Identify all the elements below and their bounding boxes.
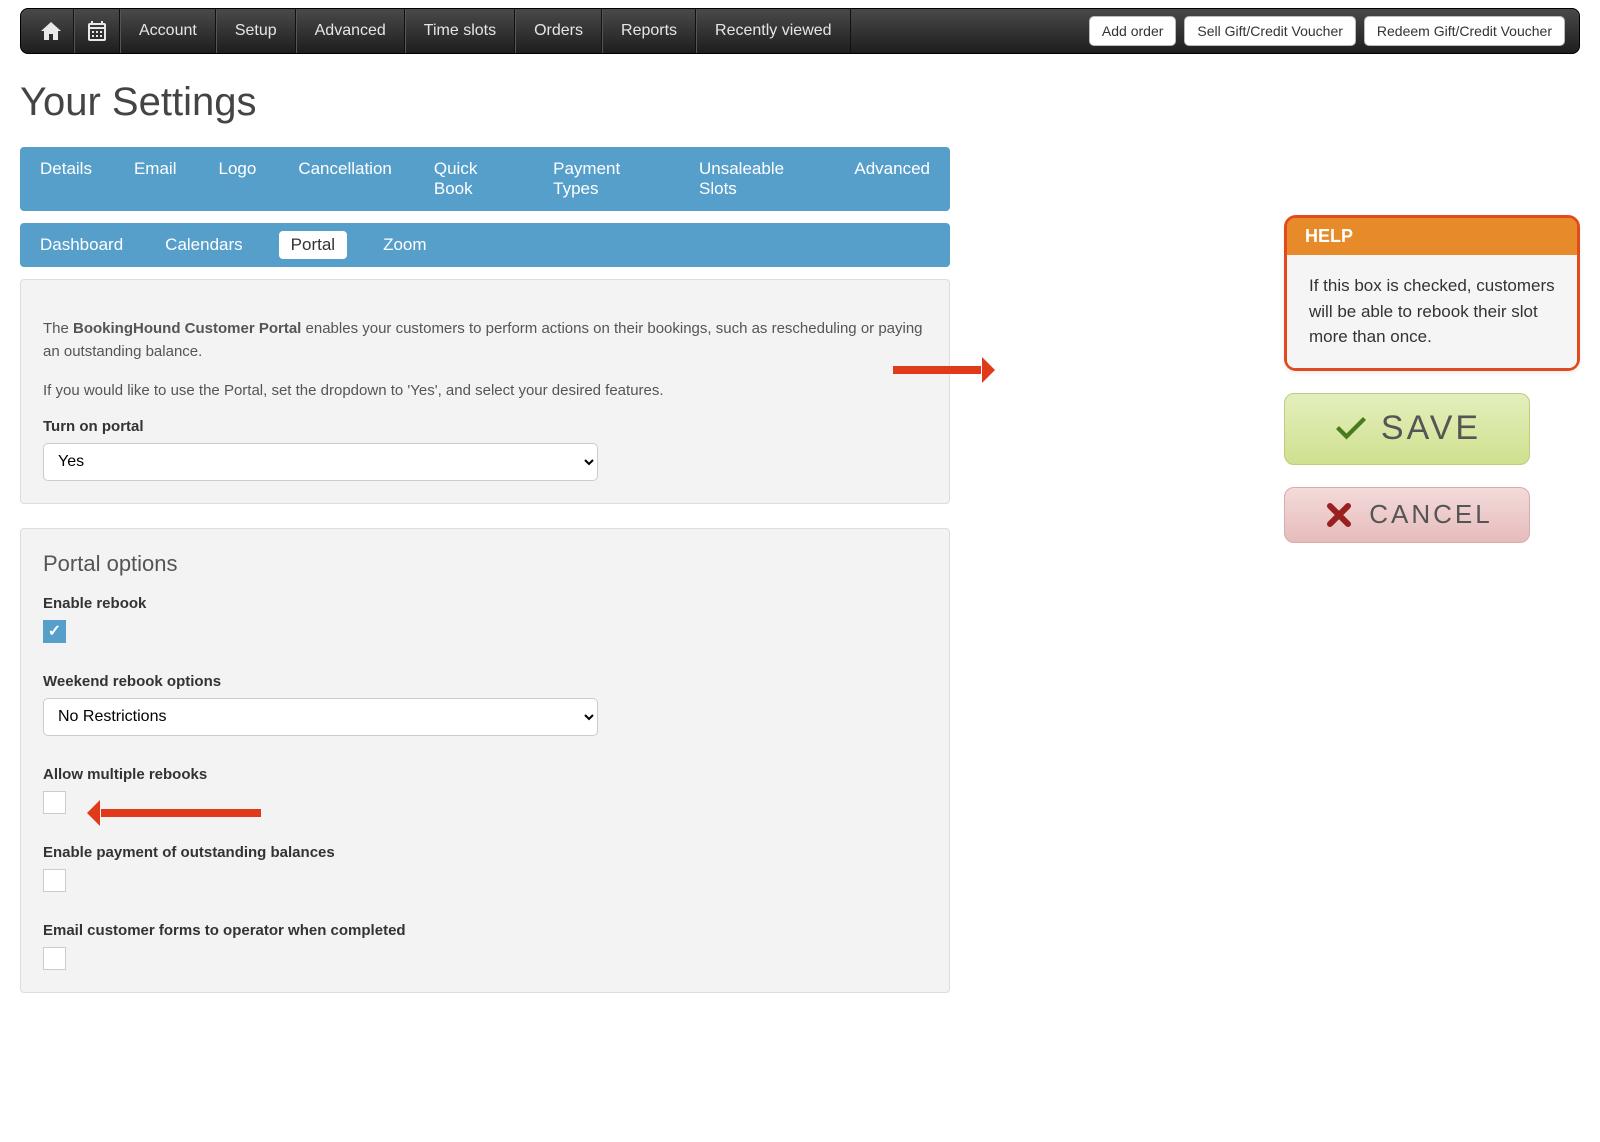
cancel-button[interactable]: CANCEL (1284, 487, 1530, 543)
help-body: If this box is checked, customers will b… (1287, 255, 1577, 368)
subtab-dashboard[interactable]: Dashboard (34, 231, 129, 259)
enable-rebook-checkbox[interactable] (43, 620, 66, 643)
nav-advanced[interactable]: Advanced (296, 9, 405, 53)
help-box: HELP If this box is checked, customers w… (1284, 215, 1580, 371)
portal-options-panel: Portal options Enable rebook Weekend reb… (20, 528, 950, 993)
email-forms-checkbox[interactable] (43, 947, 66, 970)
nav-reports[interactable]: Reports (602, 9, 696, 53)
tab-advanced[interactable]: Advanced (848, 155, 936, 203)
portal-intro-panel: The BookingHound Customer Portal enables… (20, 279, 950, 504)
tab-unsaleable[interactable]: Unsaleable Slots (693, 155, 818, 203)
check-icon (1333, 411, 1369, 447)
nav-orders[interactable]: Orders (515, 9, 602, 53)
enable-rebook-label: Enable rebook (43, 595, 927, 612)
weekend-rebook-select[interactable]: No Restrictions (43, 698, 598, 736)
tab-email[interactable]: Email (128, 155, 183, 203)
intro-text-2: If you would like to use the Portal, set… (43, 379, 927, 402)
subtab-portal[interactable]: Portal (279, 231, 347, 259)
add-order-button[interactable]: Add order (1089, 16, 1176, 46)
page-title: Your Settings (20, 80, 1580, 125)
tab-details[interactable]: Details (34, 155, 98, 203)
turn-on-portal-select[interactable]: Yes (43, 443, 598, 481)
nav-account[interactable]: Account (120, 9, 216, 53)
tab-quickbook[interactable]: Quick Book (428, 155, 517, 203)
nav-setup[interactable]: Setup (216, 9, 296, 53)
email-forms-label: Email customer forms to operator when co… (43, 922, 927, 939)
settings-tabs: Details Email Logo Cancellation Quick Bo… (20, 147, 950, 211)
nav-recent[interactable]: Recently viewed (696, 9, 851, 53)
subsettings-tabs: Dashboard Calendars Portal Zoom (20, 223, 950, 267)
weekend-rebook-label: Weekend rebook options (43, 673, 927, 690)
help-title: HELP (1287, 218, 1577, 255)
allow-multiple-label: Allow multiple rebooks (43, 766, 927, 783)
sell-voucher-button[interactable]: Sell Gift/Credit Voucher (1184, 16, 1356, 46)
subtab-zoom[interactable]: Zoom (377, 231, 432, 259)
close-icon (1321, 497, 1357, 533)
tab-logo[interactable]: Logo (212, 155, 262, 203)
enable-payment-checkbox[interactable] (43, 869, 66, 892)
save-button[interactable]: SAVE (1284, 393, 1530, 465)
turn-on-portal-label: Turn on portal (43, 418, 927, 435)
top-nav: Account Setup Advanced Time slots Orders… (20, 8, 1580, 54)
annotation-arrow-right (893, 366, 981, 374)
allow-multiple-checkbox[interactable] (43, 791, 66, 814)
portal-options-heading: Portal options (43, 551, 927, 577)
tab-cancellation[interactable]: Cancellation (292, 155, 398, 203)
enable-payment-label: Enable payment of outstanding balances (43, 844, 927, 861)
intro-text: The BookingHound Customer Portal enables… (43, 317, 927, 364)
home-icon[interactable] (29, 9, 74, 53)
nav-timeslots[interactable]: Time slots (405, 9, 515, 53)
annotation-arrow-left (101, 809, 261, 817)
redeem-voucher-button[interactable]: Redeem Gift/Credit Voucher (1364, 16, 1565, 46)
subtab-calendars[interactable]: Calendars (159, 231, 249, 259)
tab-paymenttypes[interactable]: Payment Types (547, 155, 663, 203)
calendar-icon[interactable] (74, 9, 120, 53)
